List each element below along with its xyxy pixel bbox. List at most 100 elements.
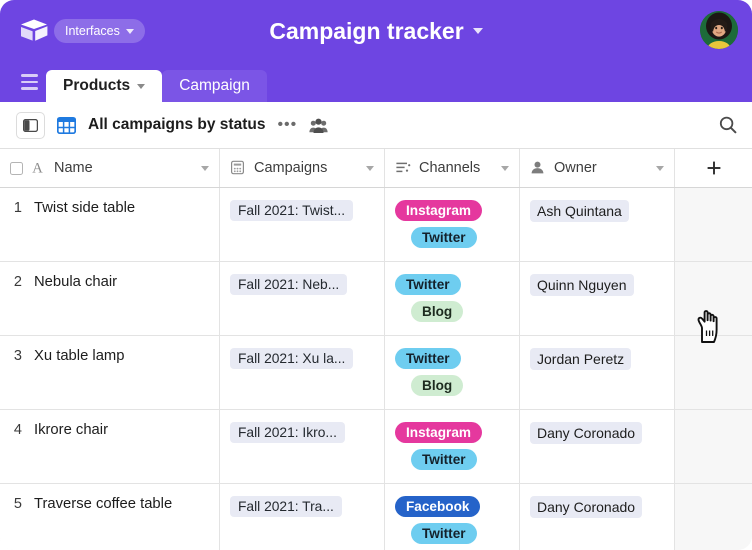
row-number: 5 — [13, 496, 22, 512]
channel-chip[interactable]: Facebook — [395, 496, 481, 517]
view-more-button[interactable]: ••• — [277, 117, 297, 133]
linked-record-chip[interactable]: Fall 2021: Xu la... — [230, 348, 354, 369]
table-row[interactable]: 1 Twist side table Fall 2021: Twist... Inst… — [0, 188, 752, 262]
cell-name[interactable]: 2 Nebula chair — [0, 262, 220, 335]
channel-chip-list: Twitter Blog — [395, 348, 509, 396]
cell-empty — [675, 188, 752, 261]
owner-chip[interactable]: Quinn Nguyen — [530, 274, 634, 296]
cell-name[interactable]: 3 Xu table lamp — [0, 336, 220, 409]
row-number: 1 — [13, 200, 22, 216]
tab-products[interactable]: Products — [46, 70, 163, 102]
add-field-button[interactable] — [675, 149, 752, 187]
avatar[interactable] — [700, 11, 738, 49]
cell-campaigns[interactable]: Fall 2021: Twist... — [220, 188, 385, 261]
table-body: 1 Twist side table Fall 2021: Twist... Inst… — [0, 188, 752, 550]
column-header-name[interactable]: A Name — [0, 149, 220, 187]
channel-chip[interactable]: Twitter — [395, 348, 461, 369]
multi-select-icon — [395, 160, 412, 177]
linked-record-icon — [230, 160, 247, 177]
cell-channels[interactable]: Twitter Blog — [385, 262, 520, 335]
table-header-row: A Name Campaigns Channels Owner — [0, 148, 752, 188]
owner-chip[interactable]: Ash Quintana — [530, 200, 629, 222]
linked-record-chip[interactable]: Fall 2021: Neb... — [230, 274, 348, 295]
owner-chip[interactable]: Jordan Peretz — [530, 348, 632, 370]
cell-empty — [675, 410, 752, 483]
cell-empty — [675, 336, 752, 409]
column-header-channels-label: Channels — [419, 160, 481, 176]
chevron-down-icon[interactable] — [656, 165, 664, 171]
tab-products-label: Products — [63, 77, 131, 94]
app-title-text: Campaign tracker — [269, 17, 464, 44]
row-number: 2 — [13, 274, 22, 290]
cell-channels[interactable]: Instagram Twitter — [385, 188, 520, 261]
cell-empty — [675, 262, 752, 335]
cell-owner[interactable]: Jordan Peretz — [520, 336, 675, 409]
user-field-icon — [530, 160, 547, 177]
cell-channels[interactable]: Facebook Twitter — [385, 484, 520, 550]
cell-campaigns[interactable]: Fall 2021: Neb... — [220, 262, 385, 335]
channel-chip[interactable]: Twitter — [411, 227, 477, 248]
owner-chip[interactable]: Dany Coronado — [530, 422, 643, 444]
cell-channels[interactable]: Instagram Twitter — [385, 410, 520, 483]
people-icon[interactable] — [309, 117, 328, 134]
select-all-checkbox[interactable] — [10, 161, 23, 175]
chevron-down-icon[interactable] — [201, 165, 209, 171]
table-row[interactable]: 5 Traverse coffee table Fall 2021: Tra... F… — [0, 484, 752, 550]
cell-campaigns[interactable]: Fall 2021: Ikro... — [220, 410, 385, 483]
channel-chip[interactable]: Blog — [411, 375, 464, 396]
cell-owner[interactable]: Dany Coronado — [520, 410, 675, 483]
table-row[interactable]: 4 Ikrore chair Fall 2021: Ikro... Instagram… — [0, 410, 752, 484]
product-name: Twist side table — [34, 200, 136, 216]
cell-owner[interactable]: Ash Quintana — [520, 188, 675, 261]
linked-record-chip[interactable]: Fall 2021: Ikro... — [230, 422, 345, 443]
product-name: Xu table lamp — [34, 348, 125, 364]
column-header-owner-label: Owner — [554, 160, 597, 176]
chevron-down-icon[interactable] — [472, 28, 483, 34]
linked-record-chip[interactable]: Fall 2021: Tra... — [230, 496, 342, 517]
cell-owner[interactable]: Quinn Nguyen — [520, 262, 675, 335]
cell-name[interactable]: 4 Ikrore chair — [0, 410, 220, 483]
product-name: Ikrore chair — [34, 422, 109, 438]
chevron-down-icon[interactable] — [366, 165, 374, 171]
grid-view-icon[interactable] — [56, 116, 77, 135]
chevron-down-icon[interactable] — [501, 165, 509, 171]
linked-record-chip[interactable]: Fall 2021: Twist... — [230, 200, 354, 221]
app-window: Interfaces Campaign tracker Products Cam… — [0, 0, 752, 550]
records-table: A Name Campaigns Channels Owner 1 Twist … — [0, 148, 752, 550]
menu-icon[interactable] — [12, 62, 46, 102]
cell-name[interactable]: 5 Traverse coffee table — [0, 484, 220, 550]
channel-chip[interactable]: Instagram — [395, 200, 482, 221]
cell-channels[interactable]: Twitter Blog — [385, 336, 520, 409]
cell-campaigns[interactable]: Fall 2021: Xu la... — [220, 336, 385, 409]
channel-chip-list: Twitter Blog — [395, 274, 509, 322]
cell-empty — [675, 484, 752, 550]
interfaces-button[interactable]: Interfaces — [54, 19, 145, 43]
sidebar-toggle-icon[interactable] — [16, 111, 45, 139]
channel-chip[interactable]: Instagram — [395, 422, 482, 443]
table-row[interactable]: 3 Xu table lamp Fall 2021: Xu la... Twitter… — [0, 336, 752, 410]
search-icon[interactable] — [718, 115, 738, 135]
owner-chip[interactable]: Dany Coronado — [530, 496, 643, 518]
column-header-channels[interactable]: Channels — [385, 149, 520, 187]
tab-strip: Products Campaign — [0, 62, 752, 102]
channel-chip[interactable]: Twitter — [411, 449, 477, 470]
cell-name[interactable]: 1 Twist side table — [0, 188, 220, 261]
channel-chip-list: Facebook Twitter — [395, 496, 509, 544]
column-header-owner[interactable]: Owner — [520, 149, 675, 187]
tab-campaign[interactable]: Campaign — [162, 70, 267, 102]
interfaces-label: Interfaces — [65, 24, 120, 38]
channel-chip[interactable]: Blog — [411, 301, 464, 322]
column-header-campaigns-label: Campaigns — [254, 160, 328, 176]
chevron-down-icon — [125, 28, 134, 34]
column-header-campaigns[interactable]: Campaigns — [220, 149, 385, 187]
view-toolbar: All campaigns by status ••• — [0, 102, 752, 148]
channel-chip[interactable]: Twitter — [411, 523, 477, 544]
cell-campaigns[interactable]: Fall 2021: Tra... — [220, 484, 385, 550]
view-name-label[interactable]: All campaigns by status — [88, 116, 265, 134]
cell-owner[interactable]: Dany Coronado — [520, 484, 675, 550]
airtable-cube-icon[interactable] — [14, 11, 54, 51]
table-row[interactable]: 2 Nebula chair Fall 2021: Neb... Twitter Blo… — [0, 262, 752, 336]
channel-chip-list: Instagram Twitter — [395, 422, 509, 470]
channel-chip[interactable]: Twitter — [395, 274, 461, 295]
product-name: Nebula chair — [34, 274, 118, 290]
